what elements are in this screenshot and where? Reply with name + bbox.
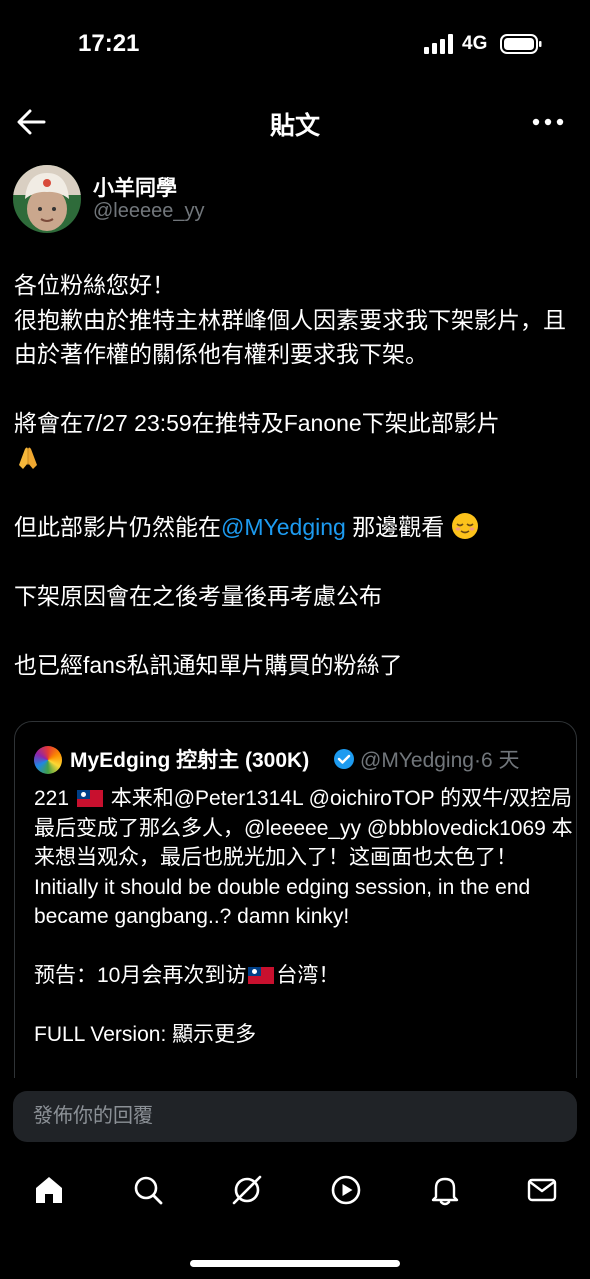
tweet-line: 也已經fans私訊通知單片購買的粉絲了: [14, 651, 403, 678]
tweet-text-span: 那邊觀看: [345, 513, 445, 540]
tweet-line: 但此部影片仍然能在@MYedging 那邊觀看: [14, 510, 580, 545]
tab-search[interactable]: [128, 1170, 168, 1210]
more-options-icon[interactable]: [530, 108, 566, 136]
tab-messages[interactable]: [522, 1170, 562, 1210]
home-icon: [36, 1177, 62, 1203]
bottom-tab-bar: [0, 1160, 590, 1220]
signal-icon: [424, 34, 453, 54]
taiwan-flag-icon: [76, 790, 103, 807]
quoted-text-span: 预告：10月会再次到访: [34, 964, 247, 987]
tweet-body: 各位粉絲您好！ 很抱歉由於推特主林群峰個人因素要求我下架影片，且由於著作權的關係…: [14, 268, 580, 682]
page-title: 貼文: [269, 112, 320, 140]
tweet-text-span: 將會在7/27 23:59在推特及Fanone下架此部影片: [14, 410, 500, 436]
author-display-name[interactable]: 小羊同學: [93, 172, 177, 202]
messages-icon: [527, 1178, 557, 1202]
tweet-text-span: 但此部影片仍然能在: [14, 513, 221, 540]
battery-icon: [500, 34, 542, 54]
quoted-tweet-body: 221 本来和@Peter1314L @oichiroTOP 的双牛/双控局最后…: [34, 784, 574, 1050]
quoted-line: 221 本来和@Peter1314L @oichiroTOP 的双牛/双控局最后…: [34, 784, 574, 873]
author-handle[interactable]: @leeeee_yy: [93, 200, 204, 223]
status-bar: 17:21 4G: [0, 0, 590, 88]
home-indicator[interactable]: [190, 1260, 400, 1267]
tweet-line: 各位粉絲您好！: [14, 272, 175, 298]
quoted-line: 预告：10月会再次到访 台湾！: [34, 961, 574, 991]
status-time: 17:21: [78, 30, 140, 57]
quoted-text-span: 221: [34, 787, 70, 810]
quoted-line: Initially it should be double edging ses…: [34, 875, 537, 929]
author-avatar[interactable]: [13, 165, 81, 233]
folded-hands-emoji-icon: [19, 447, 37, 469]
network-type: 4G: [462, 33, 488, 54]
tab-notifications[interactable]: [425, 1170, 465, 1210]
quoted-author-name: MyEdging 控射主 (300K): [70, 749, 310, 772]
reply-bar[interactable]: [13, 1091, 577, 1142]
relieved-face-emoji-icon: [451, 512, 478, 539]
tweet-line: 很抱歉由於推特主林群峰個人因素要求我下架影片，且由於著作權的關係他有權利要求我下…: [14, 306, 566, 368]
quoted-line: FULL Version: 顯示更多: [34, 1023, 257, 1046]
tab-video[interactable]: [326, 1170, 366, 1210]
search-icon: [134, 1176, 163, 1205]
taiwan-flag-icon: [248, 967, 275, 984]
reply-input[interactable]: [33, 1091, 553, 1142]
verified-badge-icon: [334, 749, 354, 769]
quoted-text-span: 本来和@Peter1314L @oichiroTOP 的双牛/双控局最后变成了那…: [34, 787, 573, 869]
quoted-author-handle: @MYedging·6 天: [360, 749, 520, 772]
tweet-line: 下架原因會在之後考量後再考慮公布: [14, 582, 382, 609]
quoted-text-span: 台湾！: [276, 964, 340, 987]
notifications-icon: [431, 1177, 459, 1206]
grok-icon: [232, 1175, 262, 1205]
top-app-bar: 貼文: [0, 88, 590, 156]
tab-home[interactable]: [29, 1170, 69, 1210]
tweet-line: 將會在7/27 23:59在推特及Fanone下架此部影片: [14, 406, 580, 475]
video-icon: [331, 1175, 361, 1205]
mention-link[interactable]: @MYedging: [221, 514, 346, 540]
tab-grok[interactable]: [227, 1170, 267, 1210]
quoted-author-avatar[interactable]: [34, 746, 62, 774]
